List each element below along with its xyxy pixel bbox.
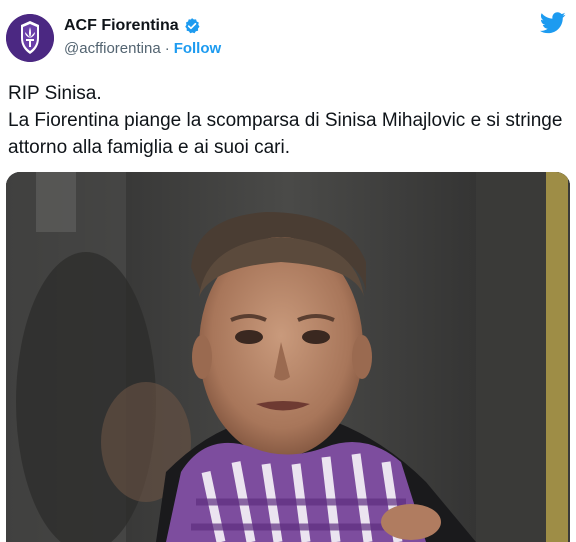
tweet-header: ACF Fiorentina @acffiorentina · Follow: [0, 0, 576, 70]
separator-dot: ·: [164, 40, 170, 57]
name-row: ACF Fiorentina: [64, 17, 201, 35]
account-name[interactable]: ACF Fiorentina: [64, 17, 179, 35]
avatar[interactable]: [6, 14, 54, 62]
tweet-line-1: RIP Sinisa.: [8, 83, 102, 104]
fiorentina-lily-crest-icon: [6, 14, 54, 62]
twitter-bird-icon[interactable]: [540, 12, 566, 34]
verified-badge-icon: [184, 18, 200, 34]
tweet-photo[interactable]: [6, 172, 570, 542]
account-handle[interactable]: @acffiorentina: [64, 40, 161, 57]
handle-row: @acffiorentina · Follow: [64, 40, 221, 57]
tweet-line-2: La Fiorentina piange la scomparsa di Sin…: [8, 110, 563, 158]
follow-button[interactable]: Follow: [174, 40, 222, 57]
tweet-text: RIP Sinisa. La Fiorentina piange la scom…: [8, 80, 568, 161]
tweet-photo-image: [6, 172, 570, 542]
